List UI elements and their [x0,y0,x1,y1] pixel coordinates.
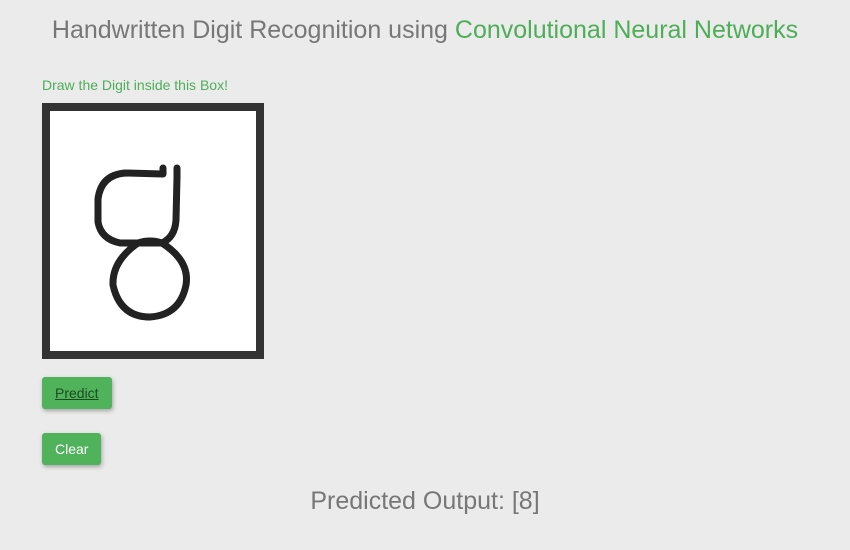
drawn-digit-icon [50,111,256,351]
drawing-canvas[interactable] [42,103,264,359]
draw-instruction: Draw the Digit inside this Box! [42,77,850,93]
page-title: Handwritten Digit Recognition using Conv… [0,16,850,45]
page-header: Handwritten Digit Recognition using Conv… [0,0,850,55]
predicted-output: Predicted Output: [8] [0,487,850,516]
clear-button[interactable]: Clear [42,433,101,465]
output-value: [8] [512,487,540,515]
output-label: Predicted Output: [310,487,512,515]
title-prefix: Handwritten Digit Recognition using [52,16,455,44]
title-highlight: Convolutional Neural Networks [455,16,798,44]
predict-button[interactable]: Predict [42,377,112,409]
